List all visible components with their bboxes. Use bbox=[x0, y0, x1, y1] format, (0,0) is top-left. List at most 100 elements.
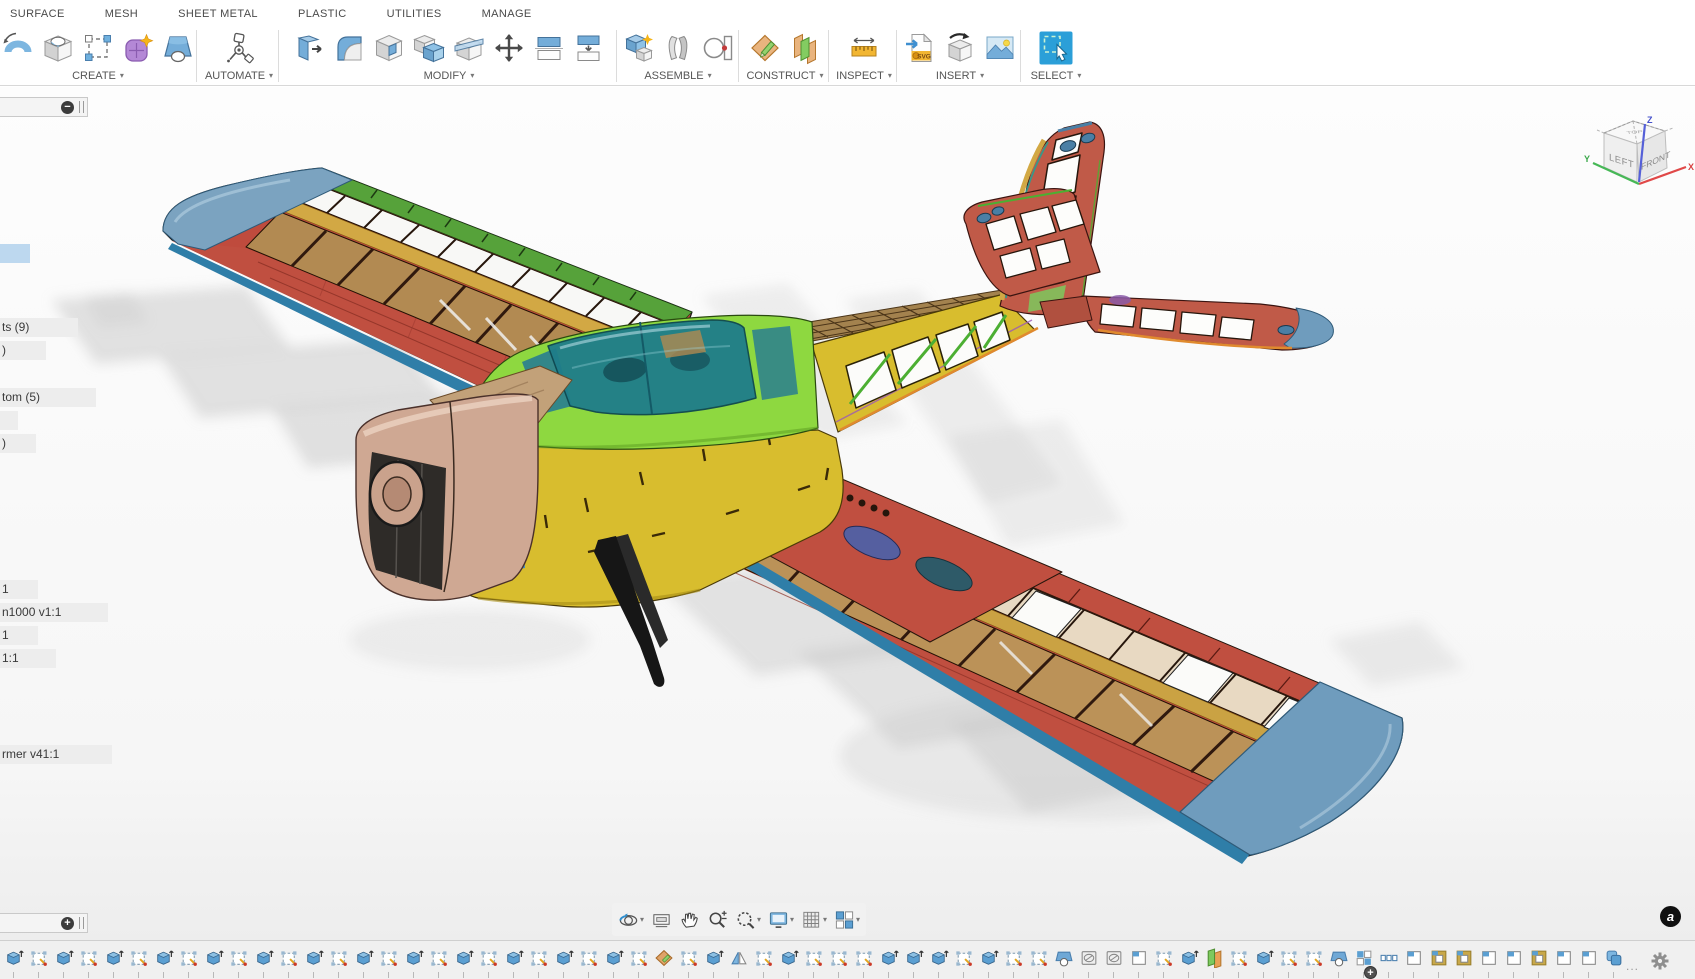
browser-tree-item[interactable]: ) bbox=[0, 341, 46, 360]
nav-display-settings-button[interactable]: ▾ bbox=[766, 907, 796, 932]
timeline-feature-component[interactable] bbox=[1404, 948, 1424, 968]
timeline-feature-dots[interactable] bbox=[1379, 948, 1399, 968]
midplane-button[interactable] bbox=[787, 30, 824, 67]
timeline-feature-component[interactable] bbox=[1579, 948, 1599, 968]
browser-tree-item[interactable]: tom (5) bbox=[0, 388, 96, 407]
timeline-feature-component-drawing[interactable] bbox=[1454, 948, 1474, 968]
revolve-button[interactable] bbox=[0, 30, 37, 67]
timeline-feature-mirror[interactable] bbox=[729, 948, 749, 968]
browser-tree-item[interactable]: n1000 v1:1 bbox=[0, 603, 108, 622]
tab-mesh[interactable]: MESH bbox=[105, 8, 138, 20]
browser-tree-item[interactable]: rmer v41:1 bbox=[0, 745, 112, 764]
tab-surface[interactable]: SURFACE bbox=[10, 8, 65, 20]
timeline-feature-extrude[interactable] bbox=[354, 948, 374, 968]
timeline-feature-extrude[interactable] bbox=[879, 948, 899, 968]
timeline-feature-sketch[interactable] bbox=[1154, 948, 1174, 968]
joint-button[interactable] bbox=[660, 30, 697, 67]
toolbar-label-select[interactable]: SELECT▾ bbox=[1031, 69, 1082, 83]
select-button[interactable] bbox=[1038, 30, 1075, 67]
timeline-feature-sketch[interactable] bbox=[529, 948, 549, 968]
browser-tree-item[interactable]: ts (9) bbox=[0, 318, 78, 337]
timeline-feature-sketch[interactable] bbox=[79, 948, 99, 968]
timeline-feature-sketch[interactable] bbox=[1004, 948, 1024, 968]
measure-button[interactable] bbox=[846, 30, 883, 67]
timeline-feature-extrude[interactable] bbox=[254, 948, 274, 968]
nav-pan-button[interactable] bbox=[677, 907, 702, 932]
timeline-marker[interactable]: + bbox=[1364, 966, 1377, 979]
timeline-feature-component-drawing[interactable] bbox=[1429, 948, 1449, 968]
browser-tree-item[interactable]: 1 bbox=[0, 626, 38, 645]
toolbar-label-inspect[interactable]: INSPECT▾ bbox=[836, 69, 892, 83]
browser-expand-button[interactable]: + bbox=[61, 917, 74, 930]
timeline-feature-pattern[interactable] bbox=[1354, 948, 1374, 968]
timeline-feature-extrude[interactable] bbox=[929, 948, 949, 968]
automate-script-button[interactable] bbox=[221, 30, 258, 67]
timeline-feature-extrude[interactable] bbox=[154, 948, 174, 968]
browser-resize-grip[interactable] bbox=[79, 101, 84, 113]
hole-button[interactable] bbox=[40, 30, 77, 67]
timeline-feature-extrude[interactable] bbox=[204, 948, 224, 968]
timeline-feature-sketch[interactable] bbox=[679, 948, 699, 968]
assistant-badge[interactable]: a bbox=[1660, 906, 1681, 927]
timeline-feature-canvas[interactable] bbox=[1079, 948, 1099, 968]
insert-svg-button[interactable]: SVG bbox=[902, 30, 939, 67]
timeline-feature-extrude[interactable] bbox=[604, 948, 624, 968]
view-cube[interactable]: TOP LEFT FRONT Z X Y bbox=[1583, 110, 1695, 205]
browser-tree-item[interactable]: 1 bbox=[0, 580, 38, 599]
timeline-feature-sketch[interactable] bbox=[629, 948, 649, 968]
timeline-feature-extrude[interactable] bbox=[779, 948, 799, 968]
timeline-feature-extrude[interactable] bbox=[904, 948, 924, 968]
browser-tree-item[interactable]: ) bbox=[0, 434, 36, 453]
airplane-model[interactable] bbox=[163, 122, 1403, 864]
timeline-feature-sketch[interactable] bbox=[279, 948, 299, 968]
timeline-feature-sketch[interactable] bbox=[479, 948, 499, 968]
move-copy-button[interactable] bbox=[491, 30, 528, 67]
tab-utilities[interactable]: UTILITIES bbox=[387, 8, 442, 20]
timeline-feature-sketch[interactable] bbox=[579, 948, 599, 968]
browser-tree-item[interactable]: 1:1 bbox=[0, 649, 56, 668]
timeline-feature-component[interactable] bbox=[1554, 948, 1574, 968]
combine-button[interactable] bbox=[411, 30, 448, 67]
nav-grid-snap-button[interactable]: ▾ bbox=[799, 907, 829, 932]
timeline-feature-sketch[interactable] bbox=[854, 948, 874, 968]
timeline-feature-sketch[interactable] bbox=[804, 948, 824, 968]
browser-tree-item[interactable] bbox=[0, 244, 30, 263]
timeline-settings-button[interactable] bbox=[1650, 951, 1670, 971]
shell-button[interactable] bbox=[371, 30, 408, 67]
timeline-feature-extrude[interactable] bbox=[1179, 948, 1199, 968]
press-pull-button[interactable] bbox=[291, 30, 328, 67]
timeline-feature-sketch[interactable] bbox=[379, 948, 399, 968]
tab-plastic[interactable]: PLASTIC bbox=[298, 8, 347, 20]
tab-manage[interactable]: MANAGE bbox=[482, 8, 532, 20]
browser-tree-item[interactable] bbox=[0, 411, 18, 430]
timeline-feature-component[interactable] bbox=[1479, 948, 1499, 968]
offset-plane-button[interactable] bbox=[747, 30, 784, 67]
toolbar-label-automate[interactable]: AUTOMATE▾ bbox=[205, 69, 273, 83]
timeline-feature-sketch[interactable] bbox=[329, 948, 349, 968]
browser-resize-grip-bottom[interactable] bbox=[79, 917, 84, 929]
timeline-feature-extrude[interactable] bbox=[1254, 948, 1274, 968]
timeline-feature-loft[interactable] bbox=[1329, 948, 1349, 968]
toolbar-label-construct[interactable]: CONSTRUCT▾ bbox=[746, 69, 823, 83]
timeline-feature-plane[interactable] bbox=[654, 948, 674, 968]
form-button[interactable] bbox=[120, 30, 157, 67]
browser-collapse-button[interactable]: − bbox=[61, 101, 74, 114]
align-button[interactable] bbox=[531, 30, 568, 67]
timeline-feature-extrude[interactable] bbox=[104, 948, 124, 968]
nav-viewports-button[interactable]: ▾ bbox=[832, 907, 862, 932]
timeline-feature-sketch[interactable] bbox=[1304, 948, 1324, 968]
timeline-feature-component-drawing[interactable] bbox=[1529, 948, 1549, 968]
timeline-feature-sketch[interactable] bbox=[29, 948, 49, 968]
fillet-button[interactable] bbox=[331, 30, 368, 67]
timeline-feature-extrude[interactable] bbox=[4, 948, 24, 968]
tab-sheet-metal[interactable]: SHEET METAL bbox=[178, 8, 258, 20]
derive-button[interactable] bbox=[942, 30, 979, 67]
create-sketch-button[interactable] bbox=[80, 30, 117, 67]
timeline-feature-sketch[interactable] bbox=[229, 948, 249, 968]
nav-look-at-button[interactable] bbox=[649, 907, 674, 932]
timeline-feature-component[interactable] bbox=[1129, 948, 1149, 968]
timeline-feature-plane2[interactable] bbox=[1204, 948, 1224, 968]
as-built-joint-button[interactable] bbox=[700, 30, 737, 67]
timeline-feature-sketch[interactable] bbox=[129, 948, 149, 968]
loft-button[interactable] bbox=[160, 30, 197, 67]
